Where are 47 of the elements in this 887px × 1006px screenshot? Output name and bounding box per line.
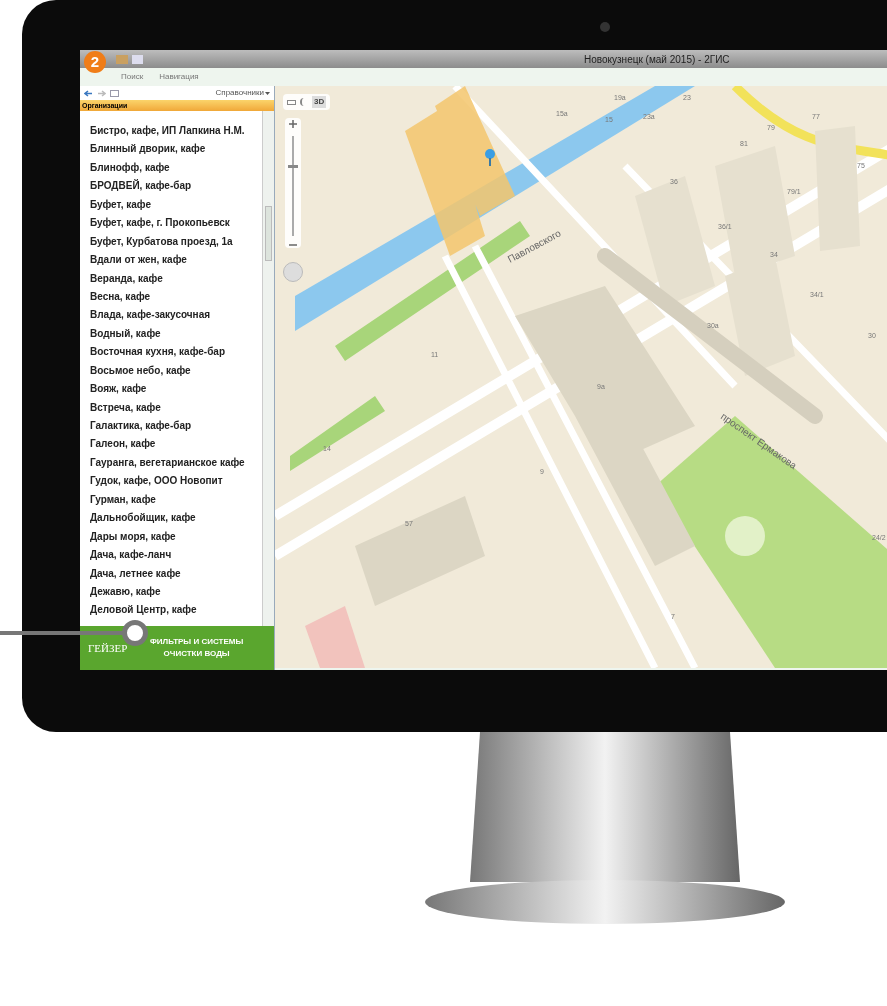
- map-pin-icon: [485, 149, 495, 166]
- ad-text: ОЧИСТКИ ВОДЫ: [163, 648, 230, 660]
- organization-item[interactable]: Восьмое небо, кафе: [90, 362, 262, 382]
- ribbon-tab[interactable]: Поиск: [120, 71, 145, 83]
- organization-item[interactable]: Галеон, кафе: [90, 436, 262, 455]
- organization-item[interactable]: Дежавю, кафе: [90, 583, 262, 603]
- ribbon-tab[interactable]: Навигация: [158, 71, 200, 83]
- back-arrow-icon[interactable]: [84, 89, 93, 97]
- printer-icon[interactable]: [132, 54, 143, 64]
- organization-item[interactable]: Блинный дворик, кафе: [90, 141, 262, 160]
- organization-item[interactable]: Восточная кухня, кафе-бар: [90, 344, 262, 363]
- organization-item[interactable]: Веранда, кафе: [90, 270, 262, 289]
- organization-item[interactable]: Весна, кафе: [90, 288, 262, 308]
- organization-item[interactable]: Буфет, Курбатова проезд, 1а: [90, 233, 262, 253]
- list-view-icon[interactable]: [110, 89, 119, 97]
- organization-item[interactable]: Дача, летнее кафе: [90, 565, 262, 584]
- organization-item[interactable]: Дальнобойщик, кафе: [90, 510, 262, 529]
- 3d-button[interactable]: 3D: [312, 96, 327, 108]
- organization-item[interactable]: Деловой Центр, кафе: [90, 602, 262, 621]
- organization-item[interactable]: Гудок, кафе, ООО Новопит: [90, 473, 262, 492]
- organization-item[interactable]: Галактика, кафе-бар: [90, 418, 262, 437]
- caret-icon: [265, 91, 270, 95]
- forward-arrow-icon[interactable]: [97, 89, 106, 97]
- organization-item[interactable]: Водный, кафе: [90, 325, 262, 345]
- scrollbar[interactable]: [262, 111, 274, 626]
- webcam-icon: [600, 22, 610, 32]
- organization-item[interactable]: Дача, кафе-ланч: [90, 547, 262, 566]
- organization-item[interactable]: Блинофф, кафе: [90, 159, 262, 179]
- organization-item[interactable]: Вдали от жен, кафе: [90, 252, 262, 271]
- toolbar-icon[interactable]: [116, 54, 128, 64]
- organization-item[interactable]: Буфет, кафе: [90, 196, 262, 216]
- organization-item[interactable]: Гурман, кафе: [90, 491, 262, 511]
- zoom-slider-thumb[interactable]: [288, 165, 298, 169]
- organization-item[interactable]: Буфет, кафе, г. Прокопьевск: [90, 215, 262, 234]
- organization-item[interactable]: Влада, кафе-закусочная: [90, 307, 262, 326]
- ad-text: ФИЛЬТРЫ И СИСТЕМЫ: [150, 636, 244, 648]
- organization-item[interactable]: Гауранга, вегетарианское кафе: [90, 454, 262, 474]
- organization-item[interactable]: Бистро, кафе, ИП Лапкина Н.М.: [90, 123, 262, 142]
- organization-item[interactable]: БРОДВЕЙ, кафе-бар: [90, 178, 262, 197]
- ruler-icon[interactable]: [287, 99, 296, 105]
- organization-item[interactable]: Вояж, кафе: [90, 381, 262, 400]
- directories-menu[interactable]: Справочники: [215, 87, 270, 99]
- window-title: Новокузнецк (май 2015) - 2ГИС: [584, 52, 730, 67]
- ad-logo: ГЕЙЗЕР: [88, 640, 129, 656]
- organization-item[interactable]: Дары моря, кафе: [90, 528, 262, 548]
- zoom-in-icon[interactable]: [289, 120, 297, 128]
- organization-item[interactable]: Встреча, кафе: [90, 399, 262, 418]
